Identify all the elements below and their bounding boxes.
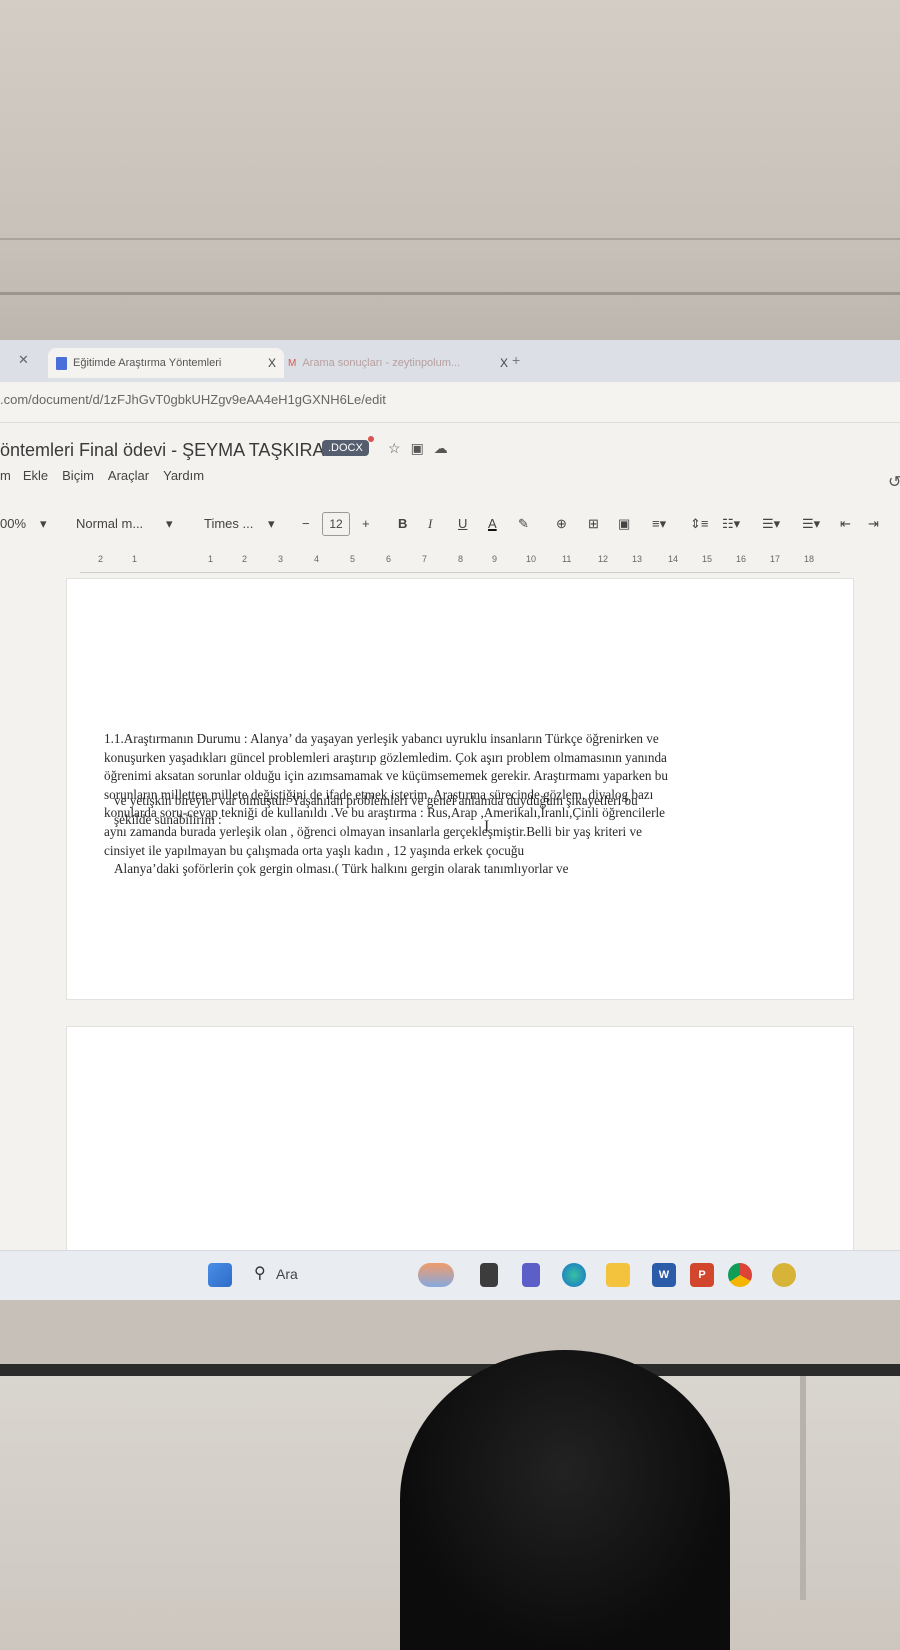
align-icon[interactable]: ≡▾ xyxy=(652,516,666,532)
search-icon[interactable]: ⚲ xyxy=(254,1263,266,1283)
tab-title: Arama sonuçları - zeytinpolum... xyxy=(302,357,461,369)
bold-button[interactable]: B xyxy=(398,516,407,531)
ruler-tick: 14 xyxy=(668,554,679,564)
chrome-icon[interactable] xyxy=(728,1263,752,1287)
file-icon[interactable] xyxy=(480,1263,498,1287)
line-spacing-icon[interactable]: ⇕≡ xyxy=(690,516,708,532)
checklist-icon[interactable]: ☷▾ xyxy=(722,516,740,532)
ruler-tick: 4 xyxy=(314,554,320,564)
ruler-tick: 1 xyxy=(208,554,214,564)
folder-icon[interactable]: ▣ xyxy=(411,440,424,457)
url-text[interactable]: .com/document/d/1zFJhGvT0gbkUHZgv9eAA4eH… xyxy=(0,392,386,407)
ruler-tick: 10 xyxy=(526,554,537,564)
font-size-input[interactable]: 12 xyxy=(322,512,350,536)
mail-icon: M xyxy=(288,357,297,369)
menu-item[interactable]: m xyxy=(0,468,11,483)
image-icon[interactable]: ▣ xyxy=(618,516,630,532)
folder-icon[interactable] xyxy=(606,1263,630,1287)
tab-close-button[interactable]: X xyxy=(500,356,508,370)
address-bar[interactable]: .com/document/d/1zFJhGvT0gbkUHZgv9eAA4eH… xyxy=(0,382,900,423)
decrease-font-button[interactable]: − xyxy=(302,516,310,531)
edge-icon[interactable] xyxy=(562,1263,586,1287)
ruler-tick: 18 xyxy=(804,554,815,564)
bullet-list-icon[interactable]: ☰▾ xyxy=(762,516,780,532)
ruler-tick: 9 xyxy=(492,554,498,564)
link-icon[interactable]: ⊕ xyxy=(556,516,567,532)
document-title[interactable]: öntemleri Final ödevi - ŞEYMA TAŞKIRAN xyxy=(0,440,337,461)
new-tab-button[interactable]: + xyxy=(512,352,520,368)
title-icons: ☆ ▣ ☁ xyxy=(388,440,448,457)
tab-search[interactable]: M Arama sonuçları - zeytinpolum... X xyxy=(280,348,516,378)
indent-decrease-icon[interactable]: ⇤ xyxy=(840,516,851,532)
section-heading: 1.1.Araştırmanın Durumu : xyxy=(104,731,251,746)
ruler-tick: 7 xyxy=(422,554,428,564)
screen-bottom-frame xyxy=(0,1364,900,1376)
menu-bar: m Ekle Biçim Araçlar Yardım xyxy=(0,468,204,483)
wall-background xyxy=(0,0,900,340)
tab-title: Eğitimde Araştırma Yöntemleri xyxy=(73,357,222,369)
ruler[interactable]: 2 1 1 2 3 4 5 6 7 8 9 10 11 12 13 14 15 … xyxy=(80,550,840,573)
ruler-tick: 2 xyxy=(98,554,104,564)
close-icon[interactable]: ✕ xyxy=(18,352,29,368)
ruler-tick: 6 xyxy=(386,554,392,564)
ruler-tick: 17 xyxy=(770,554,781,564)
notification-dot xyxy=(368,436,374,442)
menu-item-araclar[interactable]: Araçlar xyxy=(108,468,149,483)
ruler-tick: 12 xyxy=(598,554,609,564)
pillar xyxy=(800,1376,806,1600)
indent-increase-icon[interactable]: ⇥ xyxy=(868,516,879,532)
italic-button[interactable]: I xyxy=(428,516,432,532)
tab-strip: ✕ Eğitimde Araştırma Yöntemleri X M Aram… xyxy=(0,340,900,382)
menu-item-yardim[interactable]: Yardım xyxy=(163,468,204,483)
text-color-button[interactable]: A xyxy=(488,516,497,531)
ruler-tick: 5 xyxy=(350,554,356,564)
paragraph-complaint[interactable]: Alanya’daki şoförlerin çok gergin olması… xyxy=(114,860,674,879)
teams-icon[interactable] xyxy=(522,1263,540,1287)
chevron-down-icon[interactable]: ▾ xyxy=(268,516,275,532)
ruler-tick: 13 xyxy=(632,554,643,564)
style-select[interactable]: Normal m... xyxy=(76,516,143,531)
formatting-toolbar: 00% ▾ Normal m... ▾ Times ... ▾ − 12 + B… xyxy=(0,508,900,540)
ruler-tick: 2 xyxy=(242,554,248,564)
projected-screen: ✕ Eğitimde Araştırma Yöntemleri X M Aram… xyxy=(0,340,900,1300)
tab-close-button[interactable]: X xyxy=(268,356,276,370)
ruler-tick: 1 xyxy=(132,554,138,564)
wall-line xyxy=(0,238,900,240)
menu-item-bicim[interactable]: Biçim xyxy=(62,468,94,483)
increase-font-button[interactable]: + xyxy=(362,516,370,531)
powerpoint-icon[interactable]: P xyxy=(690,1263,714,1287)
font-select[interactable]: Times ... xyxy=(204,516,253,531)
app-icon[interactable] xyxy=(772,1263,796,1287)
underline-button[interactable]: U xyxy=(458,516,467,531)
chevron-down-icon[interactable]: ▾ xyxy=(166,516,173,532)
docs-icon xyxy=(56,356,67,370)
star-icon[interactable]: ☆ xyxy=(388,440,401,457)
highlight-icon[interactable]: ✎ xyxy=(518,516,529,532)
ruler-tick: 11 xyxy=(562,554,572,564)
screen-top-frame xyxy=(0,292,900,295)
menu-item-ekle[interactable]: Ekle xyxy=(23,468,48,483)
person-head xyxy=(400,1350,730,1650)
history-icon[interactable]: ↺ xyxy=(888,472,900,492)
text-cursor-icon: I xyxy=(484,818,490,835)
weather-icon[interactable] xyxy=(418,1263,454,1287)
paragraph-continuation[interactable]: ve yetişkin bireyler var olmuştur. Yaşan… xyxy=(114,792,674,829)
comment-icon[interactable]: ⊞ xyxy=(588,516,599,532)
cloud-icon[interactable]: ☁ xyxy=(434,440,448,457)
ruler-tick: 15 xyxy=(702,554,713,564)
word-icon[interactable]: W xyxy=(652,1263,676,1287)
chevron-down-icon[interactable]: ▾ xyxy=(40,516,47,532)
numbered-list-icon[interactable]: ☰▾ xyxy=(802,516,820,532)
zoom-select[interactable]: 00% xyxy=(0,516,26,531)
docx-badge: .DOCX xyxy=(322,440,369,456)
ruler-tick: 3 xyxy=(278,554,284,564)
taskbar-search[interactable]: Ara xyxy=(276,1266,298,1282)
tab-document[interactable]: Eğitimde Araştırma Yöntemleri X xyxy=(48,348,284,378)
ruler-tick: 8 xyxy=(458,554,464,564)
windows-start-icon[interactable] xyxy=(208,1263,232,1287)
taskbar: ⚲ Ara W P xyxy=(0,1250,900,1300)
ruler-tick: 16 xyxy=(736,554,747,564)
